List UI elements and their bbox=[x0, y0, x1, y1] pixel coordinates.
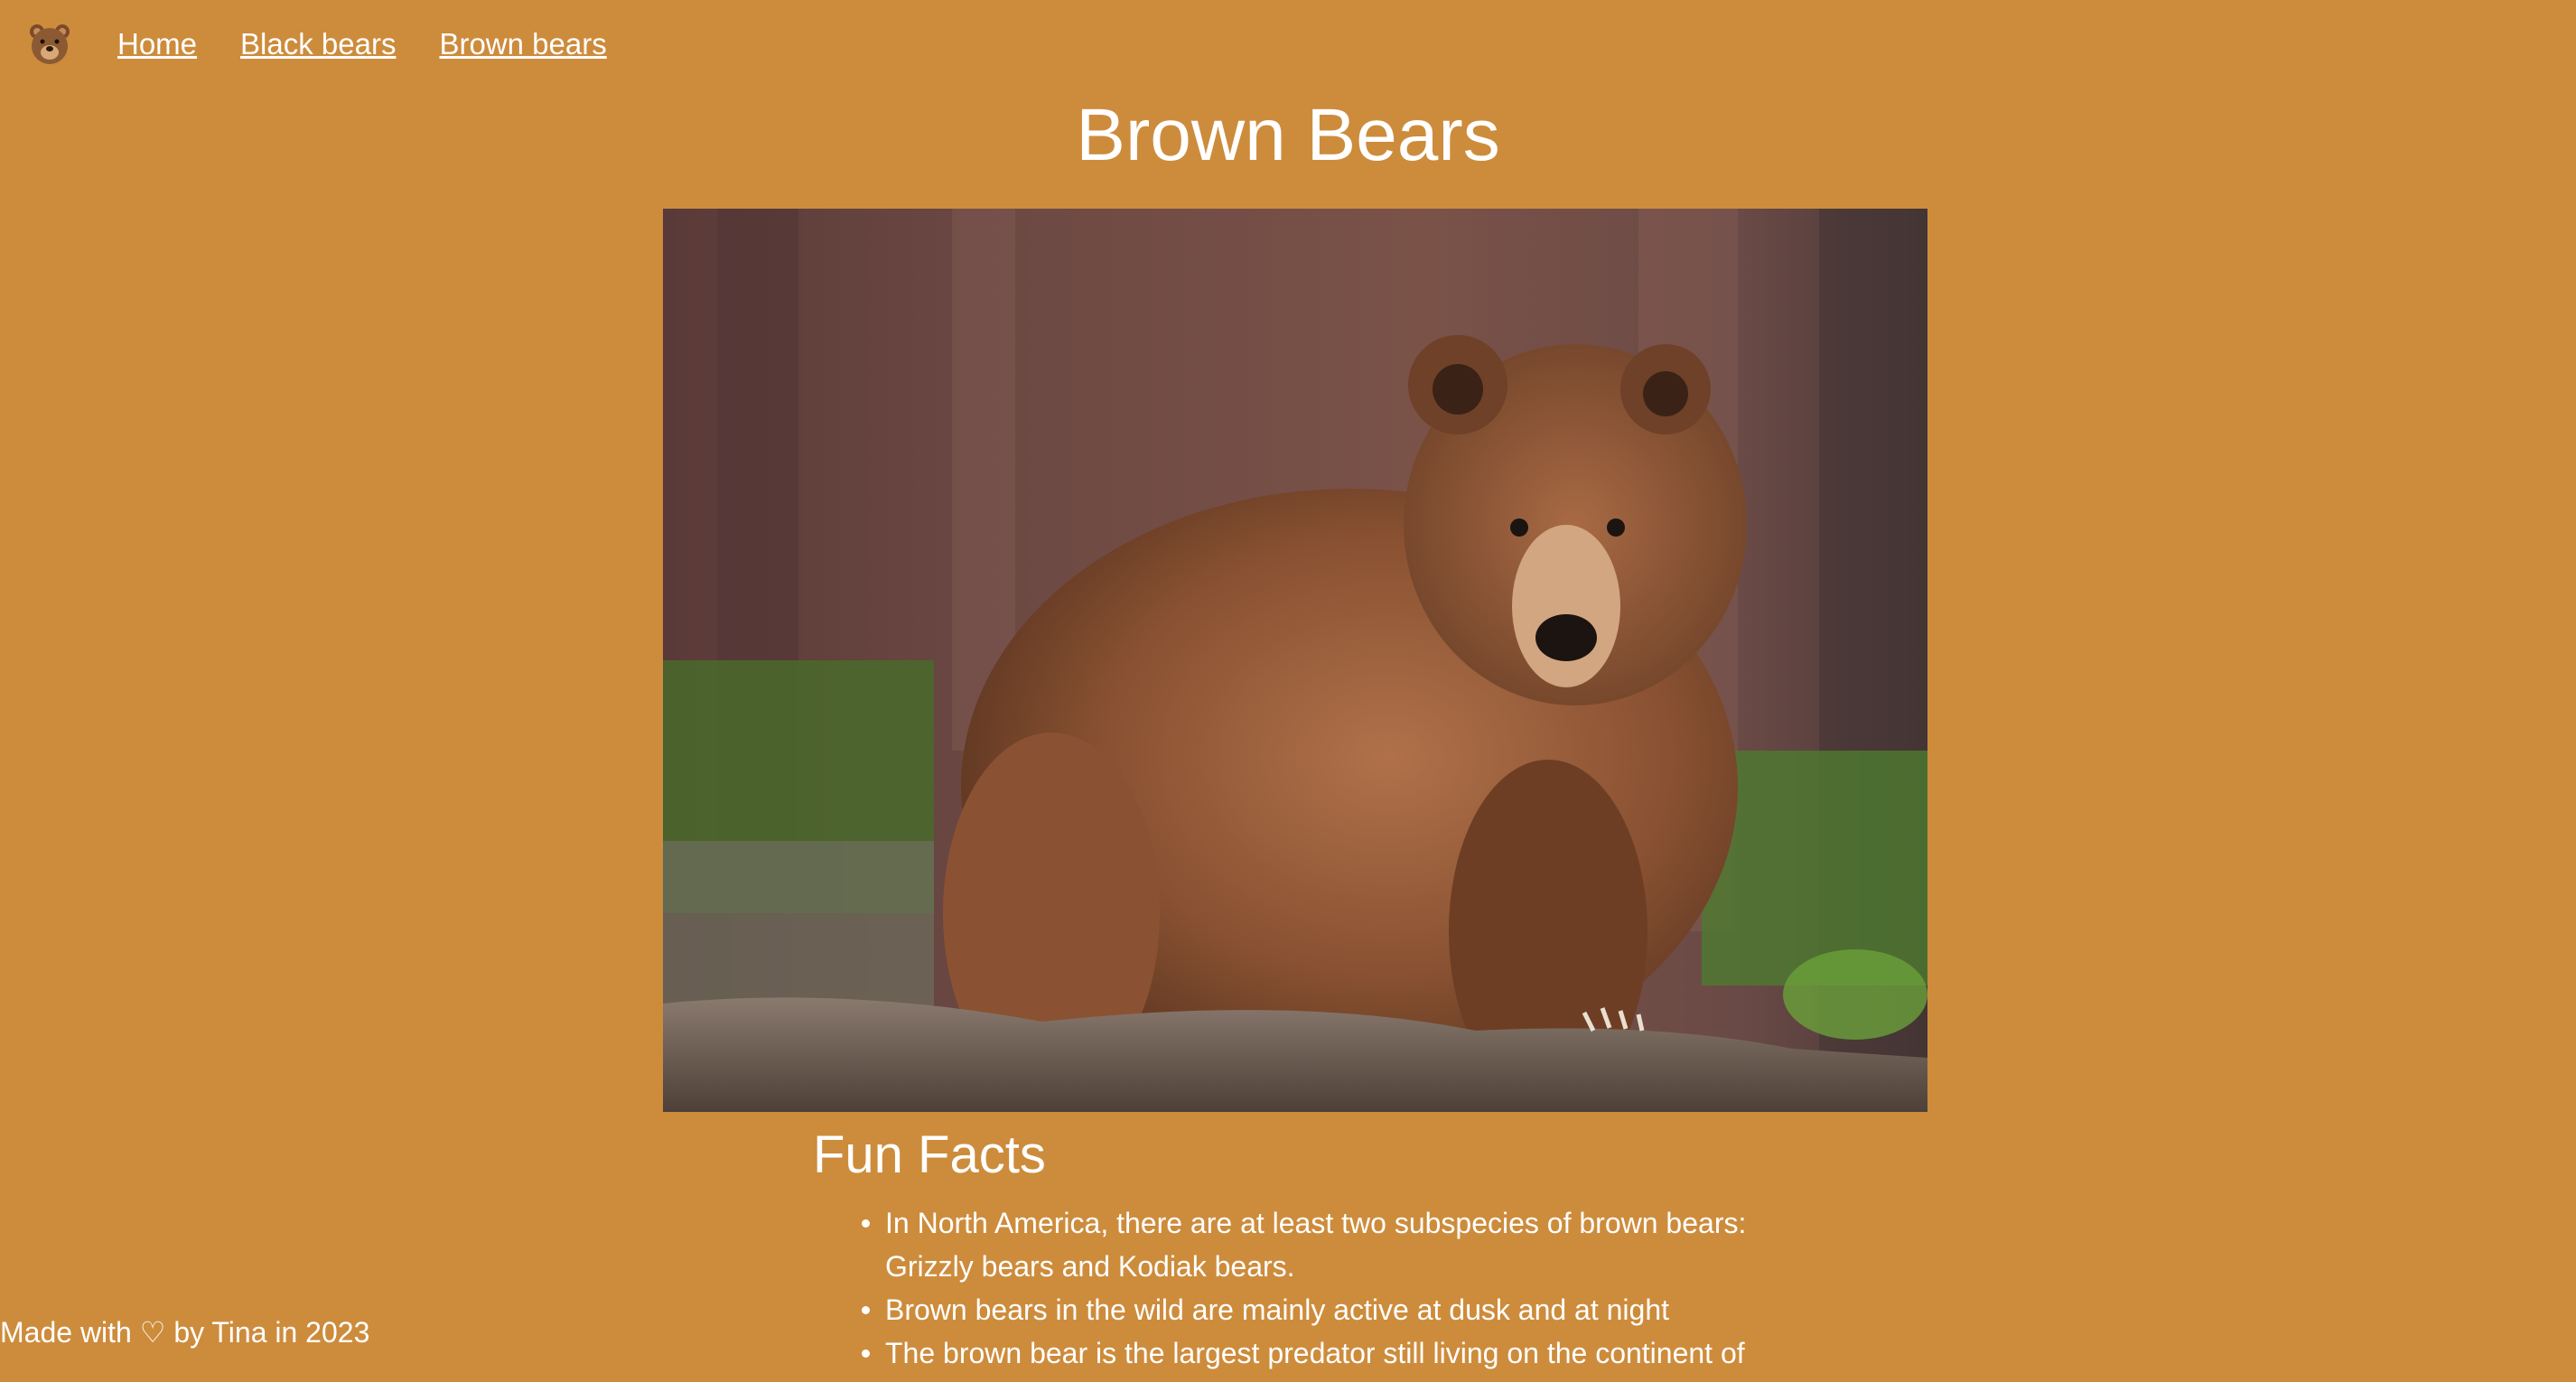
bullet-icon bbox=[862, 1306, 870, 1314]
bear-face-icon[interactable] bbox=[27, 22, 72, 67]
fact-text: Brown bears in the wild are mainly activ… bbox=[885, 1293, 1670, 1326]
brown-bear-photo bbox=[663, 209, 1927, 1112]
fun-facts-list: In North America, there are at least two… bbox=[862, 1201, 1788, 1375]
list-item: Brown bears in the wild are mainly activ… bbox=[862, 1288, 1788, 1331]
bullet-icon bbox=[862, 1219, 870, 1228]
top-navigation: Home Black bears Brown bears bbox=[27, 20, 650, 69]
fun-facts-heading: Fun Facts bbox=[813, 1125, 1046, 1184]
list-item: In North America, there are at least two… bbox=[862, 1201, 1788, 1288]
nav-link-black-bears[interactable]: Black bears bbox=[240, 27, 396, 61]
fact-text: The brown bear is the largest predator s… bbox=[885, 1337, 1745, 1369]
footer-credit: Made with ♡ by Tina in 2023 bbox=[0, 1316, 370, 1349]
nav-link-home[interactable]: Home bbox=[117, 27, 197, 61]
bullet-icon bbox=[862, 1349, 870, 1358]
page: Home Black bears Brown bears Brown Bears bbox=[0, 0, 2576, 1382]
list-item: The brown bear is the largest predator s… bbox=[862, 1331, 1788, 1375]
nav-link-brown-bears[interactable]: Brown bears bbox=[439, 27, 606, 61]
page-title: Brown Bears bbox=[1076, 94, 1500, 176]
fact-text: In North America, there are at least two… bbox=[885, 1207, 1747, 1283]
